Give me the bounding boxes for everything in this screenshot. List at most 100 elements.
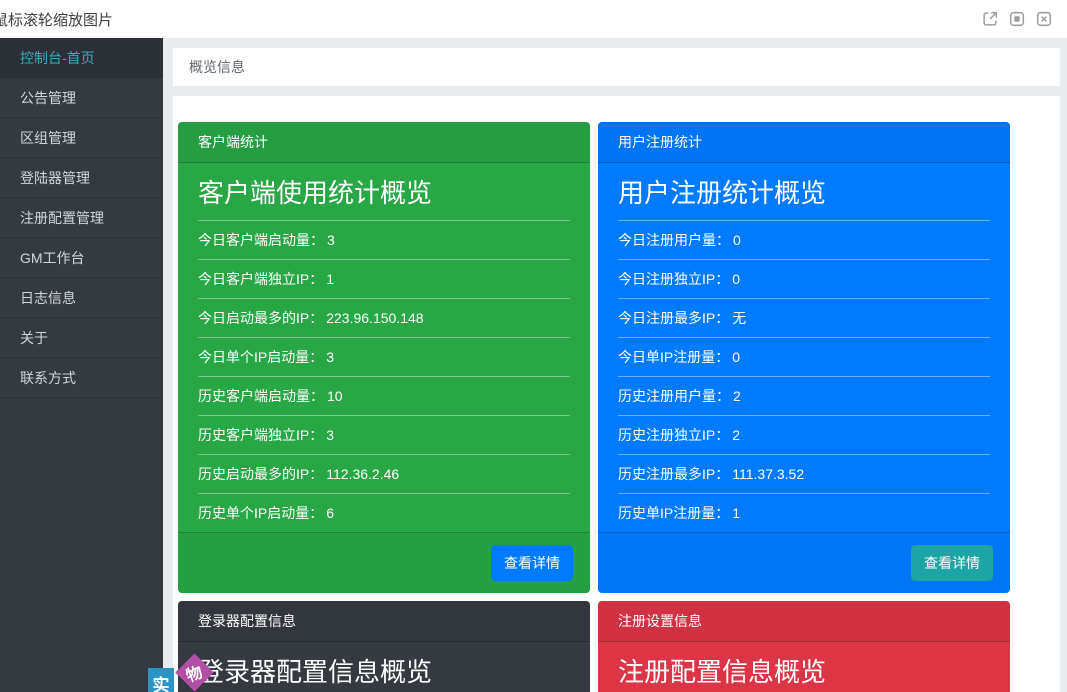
- stat-label: 历史注册用户量: [618, 386, 730, 406]
- sidebar-item-label: 联系方式: [20, 370, 76, 386]
- stat-label: 今日注册用户量: [618, 230, 730, 250]
- stat-row: 今日注册用户量0: [618, 221, 990, 260]
- stat-row: 今日单个IP启动量3: [198, 338, 570, 377]
- card-header-title: 注册设置信息: [598, 601, 1010, 642]
- stat-value: 2: [733, 388, 741, 404]
- app-body: 控制台-首页公告管理区组管理登陆器管理注册配置管理 GM工作台日志信息关于联系方式…: [0, 38, 1067, 692]
- sidebar-item-8[interactable]: 联系方式: [0, 358, 163, 398]
- stat-row: 历史注册最多IP111.37.3.52: [618, 455, 990, 494]
- sidebar-item-4[interactable]: 注册配置管理: [0, 198, 163, 238]
- card-launcher-config: 登录器配置信息登录器配置信息概览区组数量1公告数量1: [178, 601, 590, 692]
- stat-label: 今日注册独立IP: [618, 269, 729, 289]
- card-header-title: 登录器配置信息: [178, 601, 590, 642]
- sidebar-item-label: GM工作台: [20, 250, 85, 266]
- card-footer: 查看详情: [178, 532, 590, 593]
- sidebar-item-label: 控制台-首页: [20, 50, 95, 66]
- sidebar-item-5[interactable]: GM工作台: [0, 238, 163, 278]
- view-details-button[interactable]: 查看详情: [491, 545, 573, 581]
- stat-value: 6: [326, 505, 334, 521]
- stat-value: 1: [732, 505, 740, 521]
- maximize-icon[interactable]: [1008, 10, 1026, 28]
- stat-value: 3: [326, 349, 334, 365]
- stat-label: 历史注册最多IP: [618, 464, 729, 484]
- card-overview-title: 用户注册统计概览: [618, 176, 990, 221]
- view-details-button[interactable]: 查看详情: [911, 545, 993, 581]
- stat-value: 111.37.3.52: [732, 466, 804, 482]
- card-footer: 查看详情: [598, 532, 1010, 593]
- main-content: 概览信息 客户端统计客户端使用统计概览今日客户端启动量3今日客户端独立IP1今日…: [163, 38, 1067, 692]
- stat-row: 历史注册独立IP2: [618, 416, 990, 455]
- stat-label: 今日单IP注册量: [618, 347, 729, 367]
- card-overview-title: 注册配置信息概览: [618, 655, 990, 692]
- stat-row: 今日单IP注册量0: [618, 338, 990, 377]
- sidebar: 控制台-首页公告管理区组管理登陆器管理注册配置管理 GM工作台日志信息关于联系方式: [0, 38, 163, 692]
- stat-label: 历史客户端独立IP: [198, 425, 323, 445]
- stat-label: 今日注册最多IP: [618, 308, 729, 328]
- card-body: 客户端使用统计概览今日客户端启动量3今日客户端独立IP1今日启动最多的IP223…: [178, 163, 590, 532]
- floating-badge-shi[interactable]: 实: [148, 668, 174, 692]
- cards-grid: 客户端统计客户端使用统计概览今日客户端启动量3今日客户端独立IP1今日启动最多的…: [178, 122, 1010, 692]
- sidebar-item-label: 注册配置管理: [20, 210, 104, 226]
- card-body: 登录器配置信息概览区组数量1公告数量1: [178, 642, 590, 692]
- stat-value: 3: [326, 427, 334, 443]
- sidebar-item-7[interactable]: 关于: [0, 318, 163, 358]
- sidebar-item-label: 登陆器管理: [20, 170, 90, 186]
- card-overview-title: 客户端使用统计概览: [198, 176, 570, 221]
- stat-row: 历史单个IP启动量6: [198, 494, 570, 532]
- card-body: 用户注册统计概览今日注册用户量0今日注册独立IP0今日注册最多IP无今日单IP注…: [598, 163, 1010, 532]
- card-register-config: 注册设置信息注册配置信息概览注册送金元宝123456注册送银元宝12346: [598, 601, 1010, 692]
- stat-row: 今日客户端独立IP1: [198, 260, 570, 299]
- stat-label: 历史单IP注册量: [618, 503, 729, 523]
- stat-value: 无: [732, 308, 746, 328]
- app-window: 鼠标滚轮缩放图片 控制台-首页公告管理区组管理登陆器管理注册配置管理 GM工作台日…: [0, 0, 1067, 692]
- sidebar-item-6[interactable]: 日志信息: [0, 278, 163, 318]
- stat-label: 历史启动最多的IP: [198, 464, 323, 484]
- stat-value: 0: [732, 271, 740, 287]
- topbar: 鼠标滚轮缩放图片: [0, 0, 1067, 38]
- stat-value: 0: [733, 232, 741, 248]
- stat-row: 今日注册最多IP无: [618, 299, 990, 338]
- stat-value: 1: [326, 271, 334, 287]
- card-header-title: 用户注册统计: [598, 122, 1010, 163]
- stat-value: 223.96.150.148: [326, 310, 423, 326]
- sidebar-item-0[interactable]: 控制台-首页: [0, 38, 163, 78]
- stat-row: 历史客户端独立IP3: [198, 416, 570, 455]
- card-header-title: 客户端统计: [178, 122, 590, 163]
- open-external-icon[interactable]: [981, 10, 999, 28]
- floating-badge-wu-label: 物: [183, 658, 206, 686]
- stat-label: 今日客户端启动量: [198, 230, 324, 250]
- stat-row: 历史注册用户量2: [618, 377, 990, 416]
- stat-value: 0: [732, 349, 740, 365]
- stat-row: 历史客户端启动量10: [198, 377, 570, 416]
- breadcrumb: 概览信息: [173, 48, 1060, 86]
- card-body: 注册配置信息概览注册送金元宝123456注册送银元宝12346: [598, 642, 1010, 692]
- sidebar-item-1[interactable]: 公告管理: [0, 78, 163, 118]
- sidebar-item-label: 区组管理: [20, 130, 76, 146]
- sidebar-item-label: 关于: [20, 330, 48, 346]
- breadcrumb-label: 概览信息: [189, 57, 245, 77]
- stat-row: 今日启动最多的IP223.96.150.148: [198, 299, 570, 338]
- stat-value: 112.36.2.46: [326, 466, 399, 482]
- stat-label: 历史单个IP启动量: [198, 503, 323, 523]
- stat-row: 历史启动最多的IP112.36.2.46: [198, 455, 570, 494]
- stat-label: 历史客户端启动量: [198, 386, 324, 406]
- card-overview-title: 登录器配置信息概览: [198, 655, 570, 692]
- stat-label: 今日单个IP启动量: [198, 347, 323, 367]
- stat-row: 今日客户端启动量3: [198, 221, 570, 260]
- sidebar-item-label: 日志信息: [20, 290, 76, 306]
- stat-value: 2: [732, 427, 740, 443]
- card-register-stats: 用户注册统计用户注册统计概览今日注册用户量0今日注册独立IP0今日注册最多IP无…: [598, 122, 1010, 593]
- sidebar-item-2[interactable]: 区组管理: [0, 118, 163, 158]
- window-controls: [981, 10, 1053, 28]
- sidebar-item-label: 公告管理: [20, 90, 76, 106]
- page-title: 鼠标滚轮缩放图片: [0, 9, 113, 30]
- overview-panel: 客户端统计客户端使用统计概览今日客户端启动量3今日客户端独立IP1今日启动最多的…: [173, 96, 1060, 692]
- card-client-stats: 客户端统计客户端使用统计概览今日客户端启动量3今日客户端独立IP1今日启动最多的…: [178, 122, 590, 593]
- stat-row: 今日注册独立IP0: [618, 260, 990, 299]
- sidebar-item-3[interactable]: 登陆器管理: [0, 158, 163, 198]
- stat-row: 历史单IP注册量1: [618, 494, 990, 532]
- stat-label: 历史注册独立IP: [618, 425, 729, 445]
- stat-value: 3: [327, 232, 335, 248]
- stat-label: 今日启动最多的IP: [198, 308, 323, 328]
- close-icon[interactable]: [1035, 10, 1053, 28]
